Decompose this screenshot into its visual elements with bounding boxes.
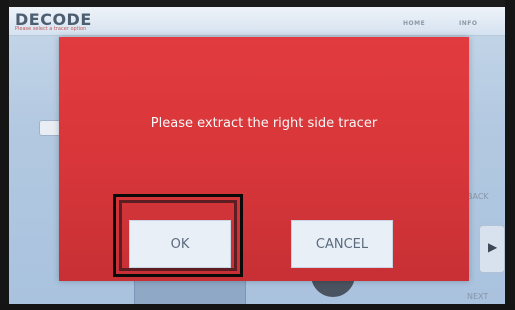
screen-bezel-right (505, 0, 515, 310)
background-tracer-base (134, 277, 246, 304)
app-header: DECODE Please select a tracer option HOM… (9, 7, 505, 36)
device-screen: DECODE Please select a tracer option HOM… (9, 7, 505, 304)
cancel-button[interactable]: CANCEL (291, 220, 393, 268)
next-arrow-button[interactable]: ▶ (479, 225, 505, 273)
next-button[interactable]: NEXT (467, 292, 488, 301)
app-subtitle: Please select a tracer option (15, 26, 87, 32)
chevron-right-icon: ▶ (488, 240, 498, 254)
dialog-message: Please extract the right side tracer (150, 116, 378, 131)
back-button[interactable]: BACK (467, 192, 489, 201)
screen-bezel-top (0, 0, 515, 7)
nav-info-button[interactable]: INFO (459, 20, 477, 27)
screen-bezel-left (0, 0, 9, 310)
screen-bezel-bottom (0, 304, 515, 310)
nav-home-button[interactable]: HOME (403, 20, 425, 27)
ok-highlight-inner-frame (119, 200, 237, 271)
